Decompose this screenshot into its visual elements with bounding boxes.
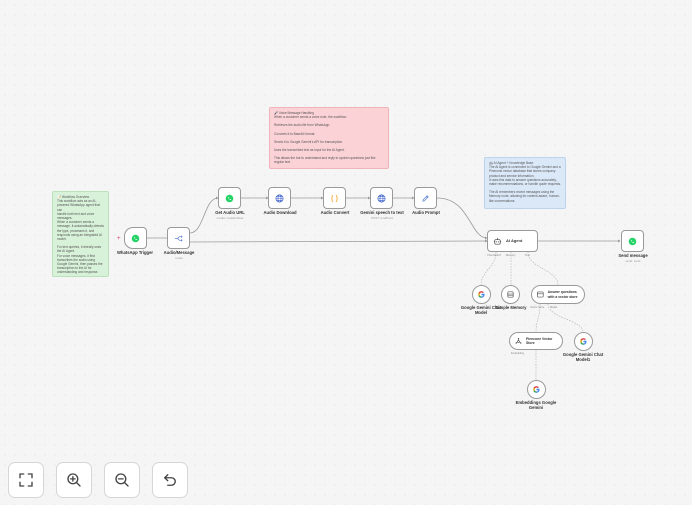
pen-icon [422,194,429,202]
gemini-chat-model1-node[interactable] [574,332,593,351]
port-tool[interactable]: Tool [525,254,530,257]
port-vector-store[interactable]: Vector Store [530,306,544,309]
note-line: powered WhatsApp agent that can [57,203,100,212]
note-line: like conversations. [489,198,516,203]
simple-memory-label: Simple Memory [495,305,527,310]
send-message-label: Send message [618,253,648,258]
gemini-chat-model1-label: Google Gemini Chat Model1 [562,352,604,362]
switch-icon [174,235,183,241]
edge-switch-to-agent [189,240,488,243]
globe-icon [377,194,386,202]
robot-icon [493,237,502,245]
google-icon [533,386,540,393]
embeddings-gemini-label: Embeddings Google Gemini [515,400,557,410]
fit-view-button[interactable] [8,462,44,498]
zoom-out-button[interactable] [104,462,140,498]
code-braces-icon [331,194,338,202]
ai-agent-knowledge-note[interactable]: 🤖 AI Agent + Knowledge Base The AI Agent… [484,157,566,209]
google-icon [478,291,485,298]
port-model[interactable]: Model [550,306,557,309]
note-line: regular text. [274,160,291,165]
note-line: understanding and response. [57,270,99,275]
audio-message-sub: mode [175,256,183,260]
ai-agent-node[interactable]: AI Agent [487,230,538,252]
note-line: Pinecone vector database that stores com… [489,169,556,174]
google-icon [580,338,587,345]
audio-convert-node[interactable] [323,187,346,209]
audio-prompt-node[interactable] [414,187,437,209]
whatsapp-icon [131,234,140,242]
audio-download-label: Audio Download [263,210,297,215]
vector-store-tool-icon [537,291,544,298]
edge-chatmodel-sub [480,251,497,287]
note-body: This workflow acts as an AI-powered What… [57,199,104,274]
pinecone-icon [515,337,522,344]
get-audio-url-sub: media: mediaUrlGet [216,216,244,220]
add-trigger-plus: + [117,236,121,242]
note-line: message, it automatically detects [57,224,104,229]
ai-agent-label: AI Agent [506,237,523,243]
undo-button[interactable] [152,462,188,498]
pinecone-label: Pinecone Vector Store [526,336,553,345]
workflow-canvas[interactable]: + 📝 Workflow Overview This workflow acts… [0,0,692,505]
undo-icon [164,474,176,486]
fullscreen-icon [19,473,33,487]
send-message-node[interactable] [621,230,644,252]
whatsapp-icon [628,237,637,245]
audio-prompt-label: Audio Prompt [412,210,440,215]
zoom-in-icon [67,473,81,487]
answer-questions-node[interactable]: Answer questions with a vector store [531,285,585,304]
note-line: make recommendations, or handle quote re… [489,182,561,187]
port-chat-model[interactable]: Chat Model* [487,254,501,257]
note-body: The AI Agent is connected to Google Gemi… [489,165,561,203]
pinecone-vector-store-node[interactable]: Pinecone Vector Store [509,332,563,350]
zoom-in-button[interactable] [56,462,92,498]
zoom-out-icon [115,473,129,487]
get-audio-url-node[interactable] [218,187,241,209]
gemini-chat-model-node[interactable] [472,285,491,304]
audio-message-label: Audio/Message [163,250,195,255]
simple-memory-node[interactable] [501,285,520,304]
send-message-sub: send: send [625,259,641,263]
edge-tool-sub [527,251,559,286]
globe-icon [275,194,284,202]
database-icon [507,291,514,298]
whatsapp-icon [225,194,234,202]
audio-message-switch-node[interactable] [167,227,190,249]
workflow-overview-note[interactable]: 📝 Workflow Overview This workflow acts a… [52,191,109,277]
note-body: When a customer sends a voice note, the … [274,115,384,164]
gemini-speech-sub: POST: /endPoint [370,216,394,220]
whatsapp-trigger-node[interactable] [124,227,147,249]
note-line: Memory node, allowing for context-aware,… [489,194,560,199]
gemini-speech-node[interactable] [370,187,393,209]
audio-download-node[interactable] [268,187,291,209]
answer-questions-label: Answer questions with a vector store [547,290,578,299]
embeddings-gemini-node[interactable] [527,380,546,399]
edge-prompt-to-agent [436,197,488,239]
port-embedding[interactable]: Embedding [511,352,524,355]
port-memory[interactable]: Memory [506,254,515,257]
voice-message-note[interactable]: 🎤 Voice Message Handling When a customer… [269,107,389,169]
